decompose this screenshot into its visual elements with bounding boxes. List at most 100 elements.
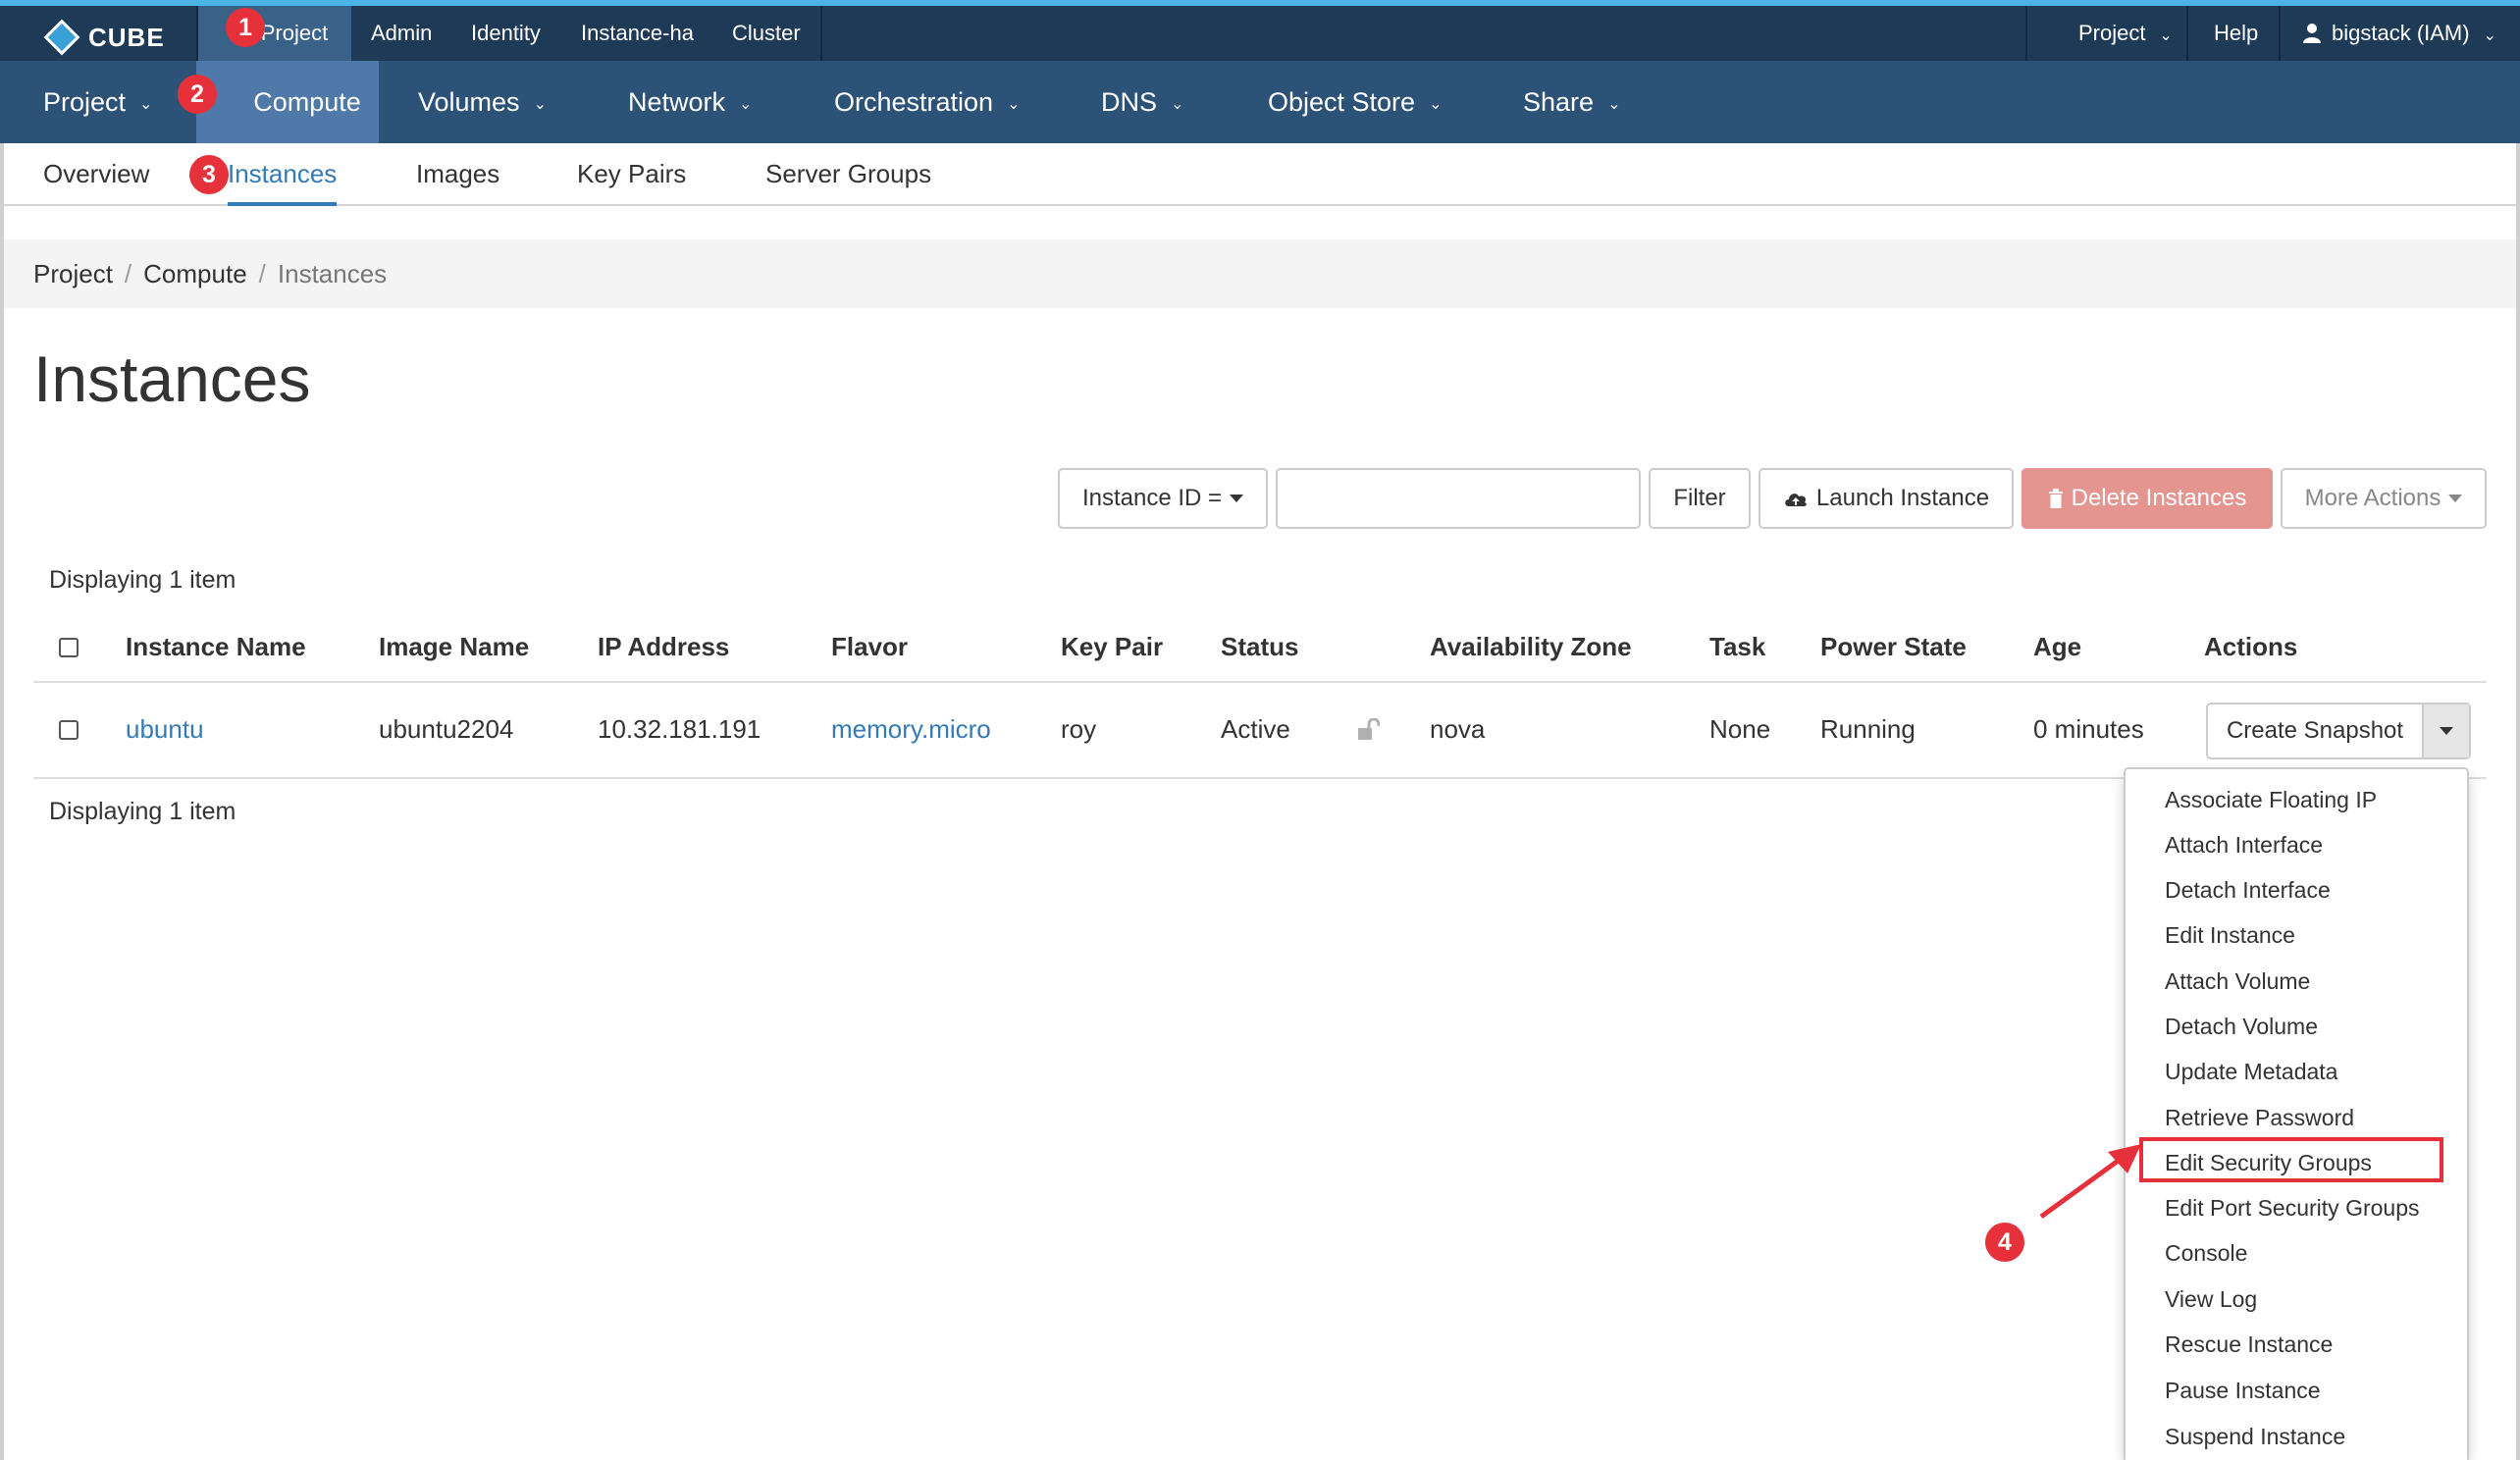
tab-overview[interactable]: Overview	[43, 143, 149, 204]
menu-item-retrieve-password[interactable]: Retrieve Password	[2165, 1105, 2354, 1131]
column-header-age[interactable]: Age	[2033, 632, 2081, 662]
tab-instances[interactable]: Instances	[228, 143, 338, 206]
menu-item-view-log[interactable]: View Log	[2165, 1286, 2257, 1313]
menu-item-associate-floating-ip[interactable]: Associate Floating IP	[2165, 787, 2377, 813]
column-header-key-pair[interactable]: Key Pair	[1061, 632, 1163, 662]
top-nav-cluster[interactable]: Cluster	[732, 6, 801, 61]
help-link[interactable]: Help	[2214, 6, 2258, 61]
row-actions-button-group: Create Snapshot	[2206, 703, 2471, 759]
chevron-down-icon: ⌄	[1429, 96, 1443, 113]
project-switcher[interactable]: Project ⌄	[2078, 6, 2173, 61]
column-header-instance-name[interactable]: Instance Name	[126, 632, 306, 662]
chevron-down-icon: ⌄	[1607, 96, 1621, 113]
annotation-highlight-box	[2139, 1137, 2443, 1182]
create-snapshot-button[interactable]: Create Snapshot	[2208, 704, 2422, 757]
menu-item-update-metadata[interactable]: Update Metadata	[2165, 1059, 2337, 1085]
top-nav-project[interactable]: Project	[198, 6, 351, 61]
caret-down-icon	[2448, 495, 2463, 502]
annotation-badge-4: 4	[1985, 1223, 2024, 1262]
menu-item-attach-volume[interactable]: Attach Volume	[2165, 968, 2310, 995]
breadcrumb-project[interactable]: Project	[33, 259, 113, 289]
table-row-divider	[33, 777, 2487, 779]
main-nav-object-store[interactable]: Object Store ⌄	[1268, 61, 1442, 143]
delete-instances-button[interactable]: Delete Instances	[2021, 468, 2273, 529]
main-nav-share-label: Share	[1523, 86, 1595, 117]
main-nav-volumes-label: Volumes	[418, 86, 520, 117]
more-actions-button[interactable]: More Actions	[2281, 468, 2487, 529]
chevron-down-icon: ⌄	[2483, 27, 2496, 44]
column-header-ip-address[interactable]: IP Address	[598, 632, 729, 662]
menu-item-detach-interface[interactable]: Detach Interface	[2165, 877, 2331, 904]
column-header-status[interactable]: Status	[1221, 632, 1298, 662]
create-snapshot-label: Create Snapshot	[2226, 717, 2404, 744]
top-nav-admin[interactable]: Admin	[371, 6, 432, 61]
status-cell: Active	[1221, 714, 1290, 744]
breadcrumb-compute[interactable]: Compute	[143, 259, 247, 289]
top-nav-project-label: Project	[260, 21, 329, 45]
cube-logo-icon	[43, 19, 80, 56]
tab-server-groups-label: Server Groups	[765, 158, 932, 188]
top-nav-identity[interactable]: Identity	[471, 6, 541, 61]
row-select-checkbox[interactable]	[59, 720, 79, 740]
filter-field-label: Instance ID =	[1081, 485, 1223, 511]
column-header-flavor[interactable]: Flavor	[831, 632, 908, 662]
annotation-badge-1: 1	[226, 8, 265, 47]
availability-zone-cell: nova	[1430, 714, 1486, 744]
breadcrumb-instances: Instances	[277, 258, 388, 288]
column-header-power-state[interactable]: Power State	[1820, 632, 1967, 662]
caret-down-icon	[2440, 727, 2453, 735]
tab-key-pairs[interactable]: Key Pairs	[577, 143, 686, 204]
column-header-availability-zone[interactable]: Availability Zone	[1430, 632, 1632, 662]
chevron-down-icon: ⌄	[139, 96, 153, 113]
tab-overview-label: Overview	[43, 158, 150, 188]
filter-button[interactable]: Filter	[1649, 468, 1751, 529]
main-nav-compute[interactable]: Compute	[196, 61, 379, 143]
row-actions-toggle[interactable]	[2422, 704, 2469, 757]
brand-logo[interactable]: CUBE	[43, 18, 165, 57]
main-nav-network[interactable]: Network ⌄	[628, 61, 752, 143]
top-nav-instance-ha[interactable]: Instance-ha	[581, 6, 694, 61]
tab-server-groups[interactable]: Server Groups	[765, 143, 931, 204]
power-state-cell: Running	[1820, 714, 1916, 744]
main-nav-volumes[interactable]: Volumes ⌄	[418, 61, 547, 143]
more-actions-label: More Actions	[2304, 485, 2441, 511]
flavor-link[interactable]: memory.micro	[831, 714, 991, 745]
column-header-image-name[interactable]: Image Name	[379, 632, 529, 662]
menu-item-attach-interface[interactable]: Attach Interface	[2165, 832, 2323, 859]
task-cell: None	[1709, 714, 1771, 744]
main-nav-share[interactable]: Share ⌄	[1523, 61, 1620, 143]
menu-item-suspend-instance[interactable]: Suspend Instance	[2165, 1424, 2345, 1450]
breadcrumb-separator: /	[124, 258, 132, 288]
menu-item-detach-volume[interactable]: Detach Volume	[2165, 1014, 2318, 1040]
item-count-top: Displaying 1 item	[49, 566, 236, 594]
filter-input[interactable]	[1276, 468, 1641, 529]
breadcrumb: Project / Compute / Instances	[4, 239, 2516, 308]
menu-item-edit-instance[interactable]: Edit Instance	[2165, 922, 2295, 949]
menu-item-rescue-instance[interactable]: Rescue Instance	[2165, 1331, 2333, 1358]
filter-field-select[interactable]: Instance ID =	[1058, 468, 1268, 529]
main-nav-orchestration[interactable]: Orchestration ⌄	[834, 61, 1020, 143]
column-header-actions: Actions	[2204, 632, 2298, 661]
tab-images[interactable]: Images	[416, 143, 499, 204]
top-separator	[820, 6, 822, 61]
instance-name-link[interactable]: ubuntu	[126, 714, 204, 745]
select-all-checkbox[interactable]	[59, 638, 79, 657]
chevron-down-icon: ⌄	[533, 96, 547, 113]
column-header-task[interactable]: Task	[1709, 632, 1765, 662]
launch-instance-button[interactable]: Launch Instance	[1759, 468, 2014, 529]
user-icon	[2303, 24, 2321, 43]
menu-item-edit-port-security-groups[interactable]: Edit Port Security Groups	[2165, 1195, 2420, 1222]
brand-name: CUBE	[88, 22, 165, 52]
chevron-down-icon: ⌄	[1171, 96, 1184, 113]
main-nav-project[interactable]: Project ⌄	[43, 61, 152, 143]
row-actions-menu: Associate Floating IP Attach Interface D…	[2124, 767, 2469, 1460]
top-nav-admin-label: Admin	[371, 21, 433, 45]
key-pair-cell: roy	[1061, 714, 1097, 744]
menu-item-console[interactable]: Console	[2165, 1240, 2247, 1267]
user-menu[interactable]: bigstack (IAM) ⌄	[2302, 6, 2496, 61]
main-nav-dns[interactable]: DNS ⌄	[1101, 61, 1183, 143]
trash-icon	[2048, 489, 2063, 508]
age-cell: 0 minutes	[2033, 714, 2144, 744]
menu-item-pause-instance[interactable]: Pause Instance	[2165, 1378, 2321, 1404]
page-title: Instances	[33, 342, 311, 415]
